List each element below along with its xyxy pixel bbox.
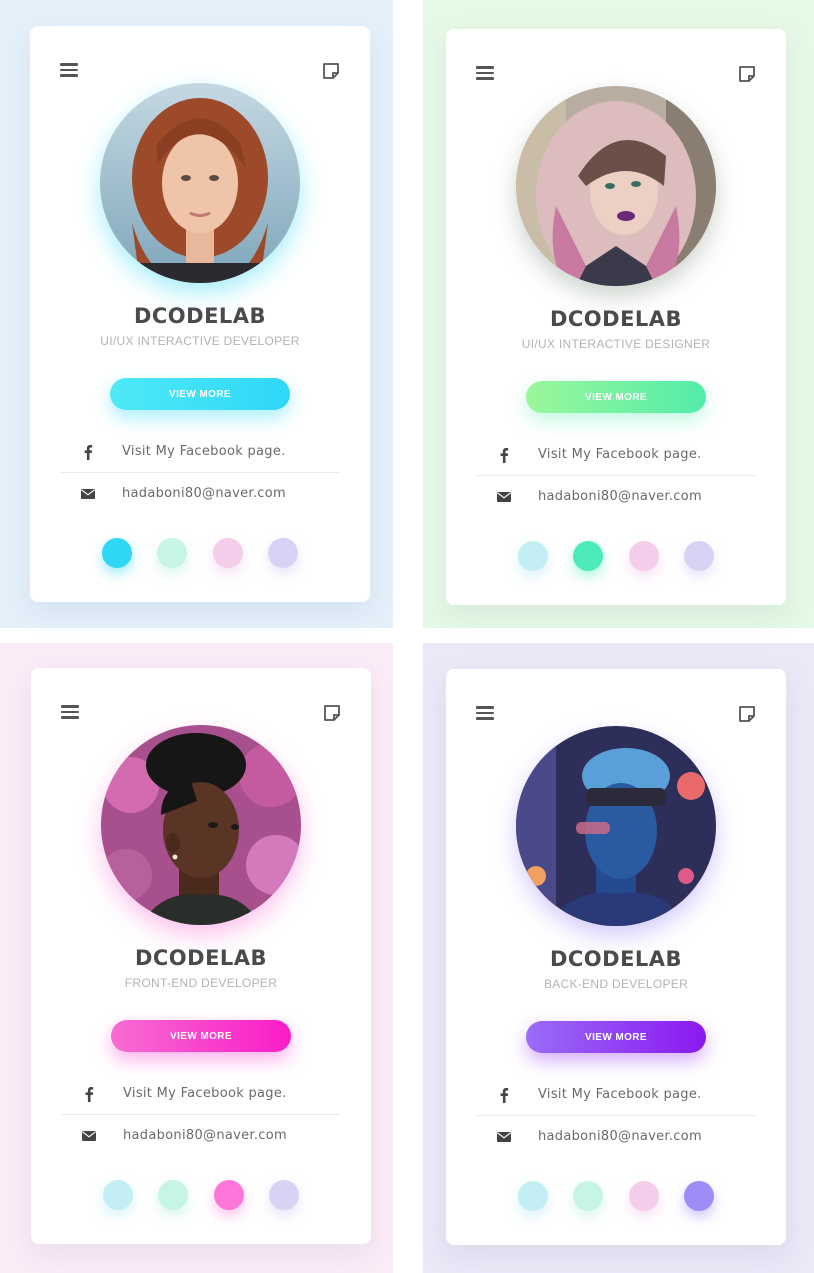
profile-role: UI/UX INTERACTIVE DEVELOPER (100, 334, 300, 348)
theme-color-selector (518, 541, 718, 571)
envelope-icon (497, 492, 511, 502)
theme-color-selector (103, 1180, 303, 1210)
color-dot-pink[interactable] (629, 541, 659, 571)
color-dot-lavender[interactable] (684, 541, 714, 571)
color-dot-pink[interactable] (629, 1181, 659, 1211)
profile-name: DCODELAB (549, 307, 683, 331)
facebook-link[interactable]: Visit My Facebook page. (538, 447, 702, 462)
color-dot-mint[interactable] (573, 541, 603, 571)
color-dot-cyan[interactable] (518, 541, 548, 571)
facebook-link[interactable]: Visit My Facebook page. (123, 1086, 287, 1101)
profile-card-backend: DCODELAB BACK-END DEVELOPER VIEW MORE Vi… (446, 669, 786, 1245)
profile-role: BACK-END DEVELOPER (543, 977, 689, 991)
color-dot-cyan[interactable] (102, 538, 132, 568)
email-row[interactable]: hadaboni80@naver.com (476, 477, 756, 517)
color-dot-lavender[interactable] (684, 1181, 714, 1211)
facebook-icon (500, 448, 509, 463)
view-more-button[interactable]: VIEW MORE (111, 1020, 291, 1052)
envelope-icon (82, 1131, 96, 1141)
color-dot-mint[interactable] (157, 538, 187, 568)
envelope-icon (81, 489, 95, 499)
color-dot-pink[interactable] (213, 538, 243, 568)
facebook-row[interactable]: Visit My Facebook page. (476, 435, 756, 476)
color-dot-lavender[interactable] (269, 1180, 299, 1210)
facebook-icon (84, 445, 93, 460)
color-dot-mint[interactable] (573, 1181, 603, 1211)
facebook-row[interactable]: Visit My Facebook page. (476, 1075, 756, 1116)
email-link[interactable]: hadaboni80@naver.com (538, 489, 702, 504)
note-icon[interactable] (322, 62, 340, 80)
hamburger-menu-icon[interactable] (61, 705, 79, 719)
facebook-row[interactable]: Visit My Facebook page. (60, 432, 340, 473)
facebook-row[interactable]: Visit My Facebook page. (61, 1074, 341, 1115)
note-icon[interactable] (738, 65, 756, 83)
profile-name: DCODELAB (133, 304, 267, 328)
hamburger-menu-icon[interactable] (476, 706, 494, 720)
facebook-icon (85, 1087, 94, 1102)
facebook-link[interactable]: Visit My Facebook page. (538, 1087, 702, 1102)
theme-color-selector (102, 538, 302, 568)
hamburger-menu-icon[interactable] (60, 63, 78, 77)
profile-card-designer: DCODELAB UI/UX INTERACTIVE DESIGNER VIEW… (446, 29, 786, 605)
profile-name: DCODELAB (134, 946, 268, 970)
note-icon[interactable] (323, 704, 341, 722)
view-more-button[interactable]: VIEW MORE (526, 381, 706, 413)
facebook-link[interactable]: Visit My Facebook page. (122, 444, 286, 459)
profile-role: FRONT-END DEVELOPER (124, 976, 278, 990)
color-dot-mint[interactable] (158, 1180, 188, 1210)
profile-card-frontend: DCODELAB FRONT-END DEVELOPER VIEW MORE V… (31, 668, 371, 1244)
avatar (100, 83, 300, 283)
view-more-button[interactable]: VIEW MORE (526, 1021, 706, 1053)
avatar (101, 725, 301, 925)
view-more-button[interactable]: VIEW MORE (110, 378, 290, 410)
avatar (516, 86, 716, 286)
email-row[interactable]: hadaboni80@naver.com (476, 1117, 756, 1157)
facebook-icon (500, 1088, 509, 1103)
profile-name: DCODELAB (549, 947, 683, 971)
profile-role: UI/UX INTERACTIVE DESIGNER (521, 337, 711, 351)
color-dot-lavender[interactable] (268, 538, 298, 568)
hamburger-menu-icon[interactable] (476, 66, 494, 80)
color-dot-pink[interactable] (214, 1180, 244, 1210)
email-link[interactable]: hadaboni80@naver.com (538, 1129, 702, 1144)
note-icon[interactable] (738, 705, 756, 723)
color-dot-cyan[interactable] (103, 1180, 133, 1210)
email-row[interactable]: hadaboni80@naver.com (61, 1116, 341, 1156)
email-row[interactable]: hadaboni80@naver.com (60, 474, 340, 514)
profile-card-developer: DCODELAB UI/UX INTERACTIVE DEVELOPER VIE… (30, 26, 370, 602)
email-link[interactable]: hadaboni80@naver.com (123, 1128, 287, 1143)
envelope-icon (497, 1132, 511, 1142)
avatar (516, 726, 716, 926)
theme-color-selector (518, 1181, 718, 1211)
email-link[interactable]: hadaboni80@naver.com (122, 486, 286, 501)
color-dot-cyan[interactable] (518, 1181, 548, 1211)
